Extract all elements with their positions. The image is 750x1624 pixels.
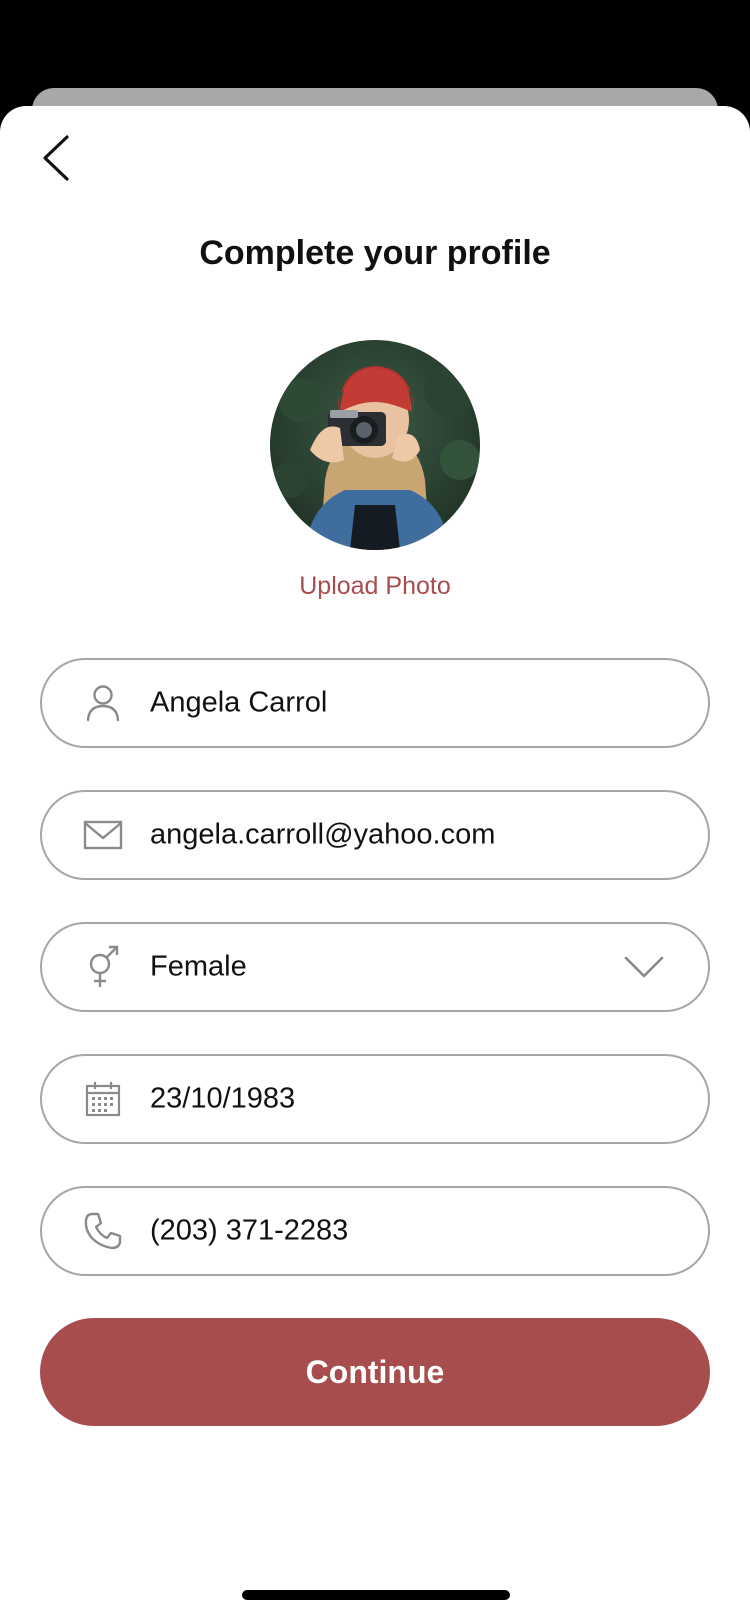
back-button[interactable]	[28, 128, 84, 192]
envelope-icon	[82, 814, 124, 856]
upload-photo-link[interactable]: Upload Photo	[0, 572, 750, 601]
gender-select[interactable]: Female	[40, 922, 710, 1012]
profile-avatar[interactable]	[270, 340, 480, 550]
person-icon	[82, 682, 124, 724]
name-value: Angela Carrol	[150, 686, 328, 719]
chevron-left-icon	[40, 133, 72, 188]
home-indicator	[242, 1590, 510, 1600]
screen: Complete your profile Upload Photo Angel…	[0, 0, 750, 1624]
birthdate-value: 23/10/1983	[150, 1082, 296, 1115]
birthdate-field[interactable]: 23/10/1983	[40, 1054, 710, 1144]
page-title: Complete your profile	[199, 234, 551, 272]
phone-icon	[82, 1210, 124, 1252]
phone-field[interactable]: (203) 371-2283	[40, 1186, 710, 1276]
gender-icon	[82, 945, 124, 988]
chevron-down-icon	[622, 953, 666, 981]
email-field[interactable]: angela.carroll@yahoo.com	[40, 790, 710, 880]
email-value: angela.carroll@yahoo.com	[150, 818, 496, 851]
continue-button[interactable]: Continue	[40, 1318, 710, 1426]
phone-value: (203) 371-2283	[150, 1214, 349, 1247]
calendar-icon	[82, 1078, 124, 1120]
name-field[interactable]: Angela Carrol	[40, 658, 710, 748]
gender-value: Female	[150, 950, 247, 983]
